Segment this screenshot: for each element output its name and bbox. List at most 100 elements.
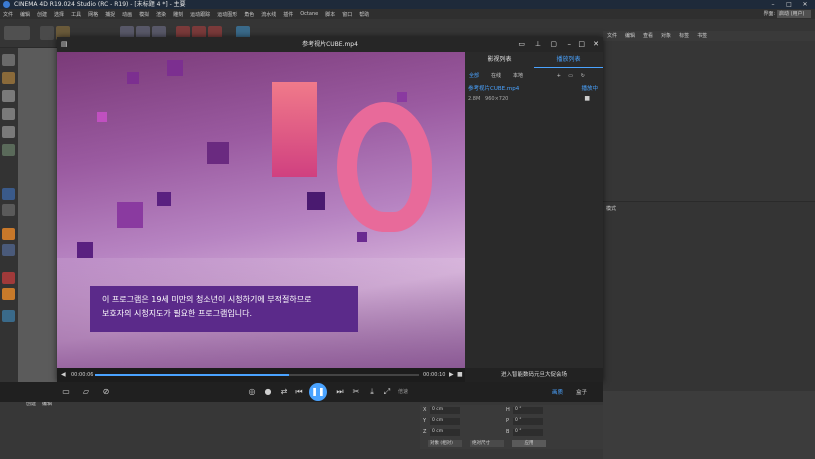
menu-item[interactable]: 角色 <box>244 11 254 18</box>
object-manager-tab[interactable]: 书签 <box>697 33 707 39</box>
size-mode-select[interactable]: 绝对尺寸 <box>470 440 504 447</box>
model-mode-icon[interactable] <box>2 54 15 66</box>
playlist-item-folder-icon[interactable]: ■ <box>584 95 590 102</box>
menu-item[interactable]: 运动跟踪 <box>190 11 210 18</box>
coord-z-field[interactable]: 0 cm <box>430 429 460 436</box>
cut-icon[interactable]: ✂ <box>350 386 362 398</box>
quality-button[interactable]: 画质 <box>552 388 563 396</box>
menu-item[interactable]: 创建 <box>37 11 47 18</box>
video-frame[interactable]: 이 프로그램은 19세 미만의 청소년이 시청하기에 부적절하므로 보호자의 시… <box>57 52 465 368</box>
menu-item[interactable]: 窗口 <box>342 11 352 18</box>
object-manager-tab[interactable]: 查看 <box>643 33 653 39</box>
player-menu-icon[interactable]: ▤ <box>61 37 68 52</box>
3d-viewport[interactable] <box>18 48 60 383</box>
object-manager[interactable] <box>603 41 815 201</box>
next-icon[interactable]: ⏭ <box>334 386 346 398</box>
points-mode-icon[interactable] <box>2 90 15 102</box>
screenshot-icon[interactable]: ◎ <box>246 386 258 398</box>
video-cube <box>307 192 325 210</box>
minimize-icon[interactable]: – <box>765 0 781 9</box>
object-manager-menu: 文件 编辑 查看 对象 标签 书签 <box>603 31 815 41</box>
seek-track[interactable] <box>95 374 419 376</box>
menu-item[interactable]: 选择 <box>54 11 64 18</box>
open-file-icon[interactable]: ▭ <box>60 386 72 398</box>
plugin-icon[interactable] <box>2 244 15 256</box>
plugin-blue-icon[interactable] <box>2 310 15 322</box>
filter-local[interactable]: 本地 <box>513 70 523 82</box>
shuffle-icon[interactable]: ⇄ <box>278 386 290 398</box>
texture-mode-icon[interactable] <box>2 72 15 84</box>
menu-item[interactable]: 雕刻 <box>173 11 183 18</box>
select-tool-icon[interactable] <box>40 26 54 40</box>
loop-icon[interactable]: ↻ <box>581 70 585 82</box>
plugin-orange-icon[interactable] <box>2 288 15 300</box>
edges-mode-icon[interactable] <box>2 108 15 120</box>
playlist-item[interactable]: 参考视片CUBE.mp4 播放中 2.8M 960×720 ■ <box>468 84 600 106</box>
mute-icon[interactable]: ⊘ <box>100 386 112 398</box>
menu-item[interactable]: 渲染 <box>156 11 166 18</box>
object-manager-tab[interactable]: 编辑 <box>625 33 635 39</box>
close-icon[interactable]: ✕ <box>797 0 813 9</box>
workplane-icon[interactable] <box>2 204 15 216</box>
object-manager-tab[interactable]: 标签 <box>679 33 689 39</box>
player-minimize-icon[interactable]: – <box>568 37 572 52</box>
previous-icon[interactable]: ⏮ <box>293 386 305 398</box>
menu-item[interactable]: 流水线 <box>261 11 276 18</box>
pause-button[interactable]: ❚❚ <box>309 383 327 401</box>
menu-item[interactable]: 运动图形 <box>217 11 237 18</box>
undo-icon[interactable] <box>4 26 30 40</box>
player-back-icon[interactable]: ◀ <box>61 368 66 382</box>
player-maximize-icon[interactable]: □ <box>578 37 585 52</box>
menu-item[interactable]: 插件 <box>283 11 293 18</box>
s-plugin-icon[interactable] <box>2 228 15 240</box>
add-icon[interactable]: + <box>557 70 561 82</box>
menu-item[interactable]: 网格 <box>88 11 98 18</box>
player-forward-icon[interactable]: ▶ <box>449 368 454 382</box>
snap-icon[interactable] <box>2 144 15 156</box>
player-mini-icon[interactable]: ▢ <box>550 37 557 52</box>
box-button[interactable]: 盒子 <box>576 388 587 396</box>
speed-label[interactable]: 倍速 <box>398 388 408 395</box>
paint-icon[interactable] <box>2 188 15 200</box>
menu-item[interactable]: 编辑 <box>20 11 30 18</box>
player-chat-icon[interactable]: ▭ <box>518 37 525 52</box>
player-pin-icon[interactable]: ⊥ <box>535 37 541 52</box>
open-folder-icon[interactable]: ▱ <box>80 386 92 398</box>
menu-item[interactable]: Octane <box>300 11 318 17</box>
menu-item[interactable]: 文件 <box>3 11 13 18</box>
expand-icon[interactable]: ⤢ <box>381 386 393 398</box>
coord-mode-select[interactable]: 对象 (相对) <box>428 440 462 447</box>
maximize-icon[interactable]: □ <box>781 0 797 9</box>
object-manager-tab[interactable]: 文件 <box>607 33 617 39</box>
menu-item[interactable]: 动画 <box>122 11 132 18</box>
layout-label: 界面: <box>763 11 775 17</box>
record-icon[interactable]: ● <box>262 386 274 398</box>
polygons-mode-icon[interactable] <box>2 126 15 138</box>
player-title-bar: ▤ 参考视片CUBE.mp4 ▭ ⊥ ▢ – □ ✕ <box>57 37 603 52</box>
menu-item[interactable]: 工具 <box>71 11 81 18</box>
filter-all[interactable]: 全部 <box>469 70 479 82</box>
rot-b-field[interactable]: 0 ° <box>513 429 543 436</box>
menu-item[interactable]: 模拟 <box>139 11 149 18</box>
attribute-manager[interactable]: 模式 <box>603 201 815 391</box>
rot-h-field[interactable]: 0 ° <box>513 407 543 414</box>
tab-video-list[interactable]: 影视列表 <box>465 52 534 68</box>
folder-icon[interactable]: ▭ <box>568 70 573 82</box>
download-icon[interactable]: ⤓ <box>366 386 378 398</box>
coord-y-field[interactable]: 0 cm <box>430 418 460 425</box>
player-close-icon[interactable]: ✕ <box>593 37 599 52</box>
player-stop-icon[interactable]: ■ <box>457 368 463 382</box>
octane-icon[interactable] <box>2 272 15 284</box>
coordinates-panel: X Y Z 0 cm 0 cm 0 cm H P B 0 ° 0 ° 0 ° 对… <box>420 405 603 449</box>
coord-x-field[interactable]: 0 cm <box>430 407 460 414</box>
object-manager-tab[interactable]: 对象 <box>661 33 671 39</box>
filter-online[interactable]: 在线 <box>491 70 501 82</box>
menu-item[interactable]: 捕捉 <box>105 11 115 18</box>
rot-p-field[interactable]: 0 ° <box>513 418 543 425</box>
layout-select[interactable]: 启动 (用户) <box>777 10 811 18</box>
tab-playlist[interactable]: 播放列表 <box>534 52 603 68</box>
menu-item[interactable]: 帮助 <box>359 11 369 18</box>
apply-button[interactable]: 应用 <box>512 440 546 447</box>
menu-item[interactable]: 脚本 <box>325 11 335 18</box>
playlist-status-bar[interactable]: 进入智能数码元旦大促会场 <box>465 368 603 382</box>
